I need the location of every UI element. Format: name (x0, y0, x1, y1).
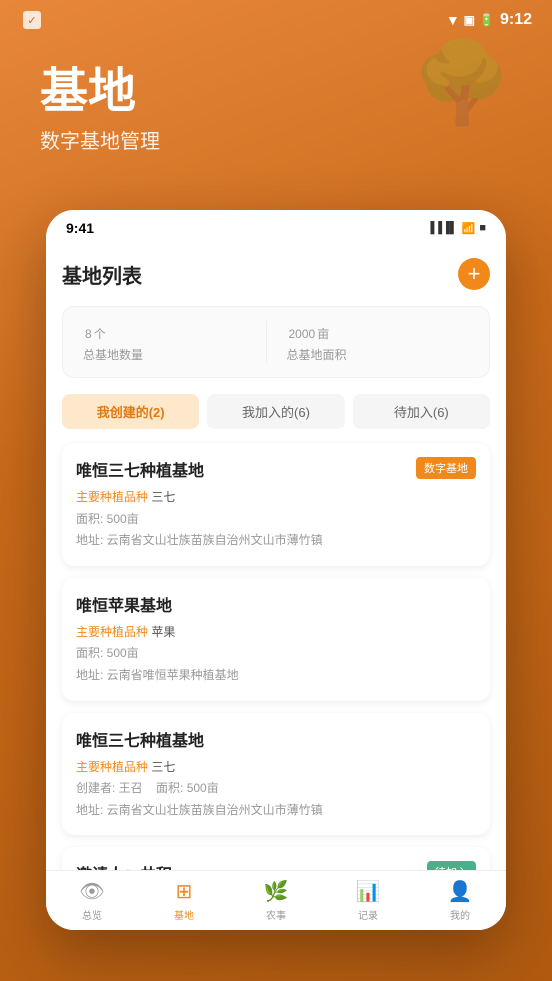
base-card-2-area: 面积: 500亩 (76, 643, 476, 665)
status-icons: ▼ ▣ 🔋 (446, 12, 494, 28)
stat-count-label: 总基地数量 (83, 346, 266, 363)
base-card-1-address: 地址: 云南省文山壮族苗族自治州文山市薄竹镇 (76, 530, 476, 552)
base-icon: ⊞ (176, 879, 193, 904)
inner-clock: 9:41 (66, 220, 94, 236)
base-card-3-crop: 主要种植品种 三七 (76, 757, 476, 779)
base-card-3-title: 唯恒三七种植基地 (76, 727, 476, 751)
add-base-button[interactable]: + (458, 258, 490, 290)
status-right-area: ▼ ▣ 🔋 9:12 (446, 11, 532, 29)
records-icon: 📊 (356, 879, 381, 904)
base-card-3-detail: 主要种植品种 三七 创建者: 王召 面积: 500亩 地址: 云南省文山壮族苗族… (76, 757, 476, 822)
stat-area-label: 总基地面积 (287, 346, 470, 363)
base-card-1-area: 面积: 500亩 (76, 509, 476, 531)
nav-profile[interactable]: 👤 我的 (414, 879, 506, 922)
base-card-1-badge: 数字基地 (416, 457, 476, 479)
signal-icon: ▣ (464, 13, 475, 27)
tab-created[interactable]: 我创建的(2) (62, 394, 199, 429)
inner-signal-icons: ▐▐▐▌ 📶 ■ (426, 222, 486, 235)
decoration-tree: 🌳 (412, 36, 512, 130)
tabs-row: 我创建的(2) 我加入的(6) 待加入(6) (62, 394, 490, 429)
stat-area-value: 2000亩 (287, 321, 470, 344)
stat-area: 2000亩 总基地面积 (266, 321, 470, 363)
base-card-3-creator: 创建者: 王召 面积: 500亩 (76, 778, 476, 800)
inner-status-bar: 9:41 ▐▐▐▌ 📶 ■ (46, 210, 506, 242)
stat-count: 8个 总基地数量 (83, 321, 266, 363)
content-area: 基地列表 + 8个 总基地数量 2000亩 总基地面积 (46, 242, 506, 916)
status-bar: ✓ ▼ ▣ 🔋 9:12 (0, 0, 552, 36)
base-card-3-address: 地址: 云南省文山壮族苗族自治州文山市薄竹镇 (76, 800, 476, 822)
base-card-2-title: 唯恒苹果基地 (76, 592, 476, 616)
base-card-2-address: 地址: 云南省唯恒苹果种植基地 (76, 665, 476, 687)
nav-base[interactable]: ⊞ 基地 (138, 879, 230, 922)
bottom-nav: 👁 总览 ⊞ 基地 🌿 农事 📊 记录 👤 我的 (46, 870, 506, 930)
nav-overview[interactable]: 👁 总览 (46, 879, 138, 922)
status-left-icon: ✓ (20, 8, 44, 32)
nav-records-label: 记录 (358, 907, 378, 922)
app-background: ✓ ▼ ▣ 🔋 9:12 基地 数字基地管理 🌳 9:41 ▐▐▐▌ 📶 ■ (0, 0, 552, 174)
wifi-icon: ▼ (446, 12, 460, 28)
tab-pending[interactable]: 待加入(6) (353, 394, 490, 429)
overview-icon: 👁 (79, 879, 104, 904)
tab-joined[interactable]: 我加入的(6) (207, 394, 344, 429)
header-area: 基地 数字基地管理 🌳 (0, 36, 552, 174)
nav-base-label: 基地 (174, 907, 194, 922)
nav-farming-label: 农事 (266, 907, 286, 922)
list-title: 基地列表 (62, 260, 142, 289)
stats-row: 8个 总基地数量 2000亩 总基地面积 (62, 306, 490, 378)
stat-count-value: 8个 (83, 321, 266, 344)
nav-records[interactable]: 📊 记录 (322, 879, 414, 922)
inner-battery-icon: ■ (479, 222, 486, 234)
base-card-1-detail: 主要种植品种 三七 面积: 500亩 地址: 云南省文山壮族苗族自治州文山市薄竹… (76, 487, 476, 552)
phone-mockup: 9:41 ▐▐▐▌ 📶 ■ 基地列表 + 8个 总基地数量 (46, 210, 506, 930)
profile-icon: 👤 (448, 879, 473, 904)
nav-profile-label: 我的 (450, 907, 470, 922)
base-card-3[interactable]: 唯恒三七种植基地 主要种植品种 三七 创建者: 王召 面积: 500亩 地址: … (62, 713, 490, 836)
base-card-2[interactable]: 唯恒苹果基地 主要种植品种 苹果 面积: 500亩 地址: 云南省唯恒苹果种植基… (62, 578, 490, 701)
base-card-1-crop: 主要种植品种 三七 (76, 487, 476, 509)
nav-overview-label: 总览 (82, 907, 102, 922)
inner-signal-icon: ▐▐▐▌ (426, 222, 457, 234)
nav-farming[interactable]: 🌿 农事 (230, 879, 322, 922)
base-card-2-crop: 主要种植品种 苹果 (76, 622, 476, 644)
clock-time: 9:12 (500, 11, 532, 29)
inner-wifi-icon: 📶 (462, 222, 476, 235)
battery-icon: 🔋 (479, 13, 494, 27)
base-card-2-detail: 主要种植品种 苹果 面积: 500亩 地址: 云南省唯恒苹果种植基地 (76, 622, 476, 687)
farming-icon: 🌿 (264, 879, 289, 904)
svg-text:✓: ✓ (27, 15, 36, 27)
base-card-1[interactable]: 唯恒三七种植基地 数字基地 主要种植品种 三七 面积: 500亩 地址: 云南省… (62, 443, 490, 566)
list-header: 基地列表 + (62, 258, 490, 290)
